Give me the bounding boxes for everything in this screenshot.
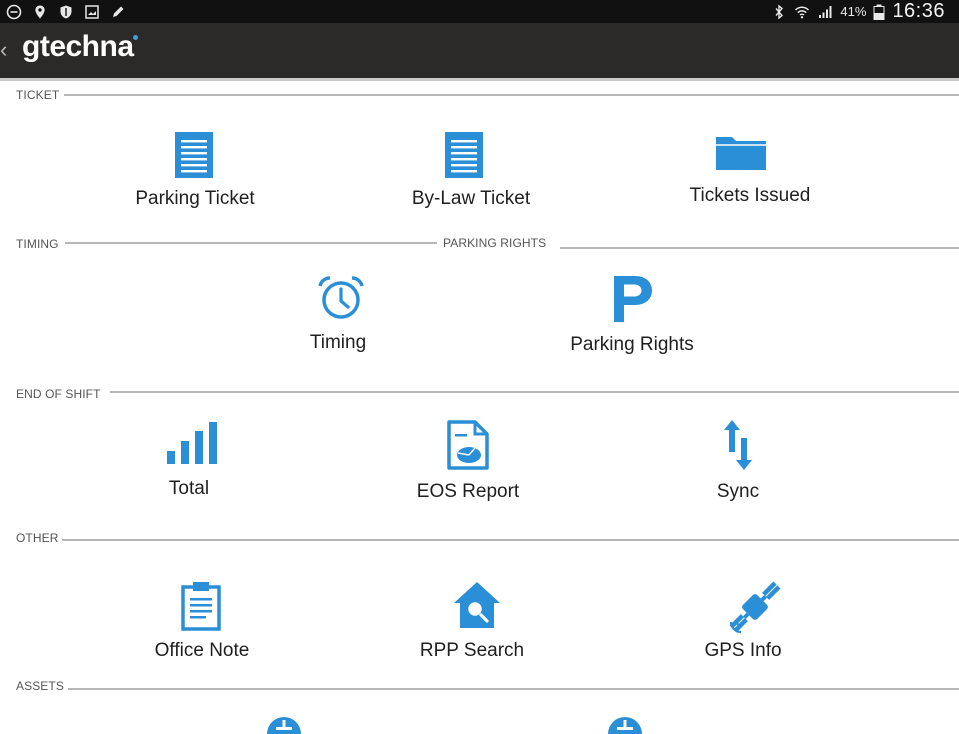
bar-chart-icon [167,422,217,464]
section-label-ticket: TICKET [16,88,60,102]
section-label-end-of-shift: END OF SHIFT [16,387,101,401]
house-search-icon [454,582,500,628]
office-note-label: Office Note [154,640,250,661]
asset-icon-2[interactable] [607,714,643,734]
status-bar: 41% 16:36 [0,0,959,23]
section-divider-parking-rights [560,247,959,249]
shield-icon [60,5,72,18]
satellite-icon [729,581,781,634]
status-right-icons: 41% 16:36 [771,0,945,23]
document-lines-icon [445,132,483,178]
clipboard-icon [181,582,221,631]
app-bar: ‹ gtechna [0,23,959,78]
bylaw-ticket-label: By-Law Ticket [411,188,531,209]
section-label-parking-rights: PARKING RIGHTS [443,236,547,250]
signal-icon [819,5,832,18]
do-not-disturb-icon [6,4,22,19]
section-label-assets: ASSETS [16,679,64,693]
folder-icon [716,137,766,170]
screenshot-icon [85,4,99,19]
status-left-icons [6,0,126,23]
parking-ticket-label: Parking Ticket [135,188,255,209]
sync-arrows-icon [724,420,752,470]
rpp-search-label: RPP Search [419,640,525,661]
location-pin-icon [35,5,45,18]
parking-rights-label: Parking Rights [570,334,694,355]
report-chart-icon [447,420,489,470]
asset-icon-1[interactable] [266,714,302,734]
app-bar-divider [0,78,959,81]
tickets-issued-label: Tickets Issued [689,185,811,206]
section-divider-assets [68,688,959,690]
gps-info-label: GPS Info [704,640,782,661]
letter-p-icon [614,276,652,322]
sync-label: Sync [716,481,760,502]
battery-percent: 41% [840,4,867,19]
battery-icon [873,4,885,20]
timing-label: Timing [309,332,367,353]
section-label-timing: TIMING [16,237,59,251]
section-divider-other [62,539,959,541]
pencil-icon [113,6,124,17]
clock: 16:36 [892,0,945,22]
bluetooth-icon [775,4,784,19]
alarm-clock-icon [318,276,364,319]
app-logo-title[interactable]: gtechna [22,29,134,65]
section-label-other: OTHER [16,531,59,545]
document-lines-icon [175,132,213,178]
back-chevron-icon[interactable]: ‹ [0,37,7,63]
section-divider-ticket [64,94,959,96]
wifi-icon [795,5,810,18]
logo-dot [133,35,138,40]
section-divider-end-of-shift [110,391,959,393]
eos-report-label: EOS Report [416,481,520,502]
total-label: Total [168,478,210,499]
section-divider-timing [65,242,437,244]
